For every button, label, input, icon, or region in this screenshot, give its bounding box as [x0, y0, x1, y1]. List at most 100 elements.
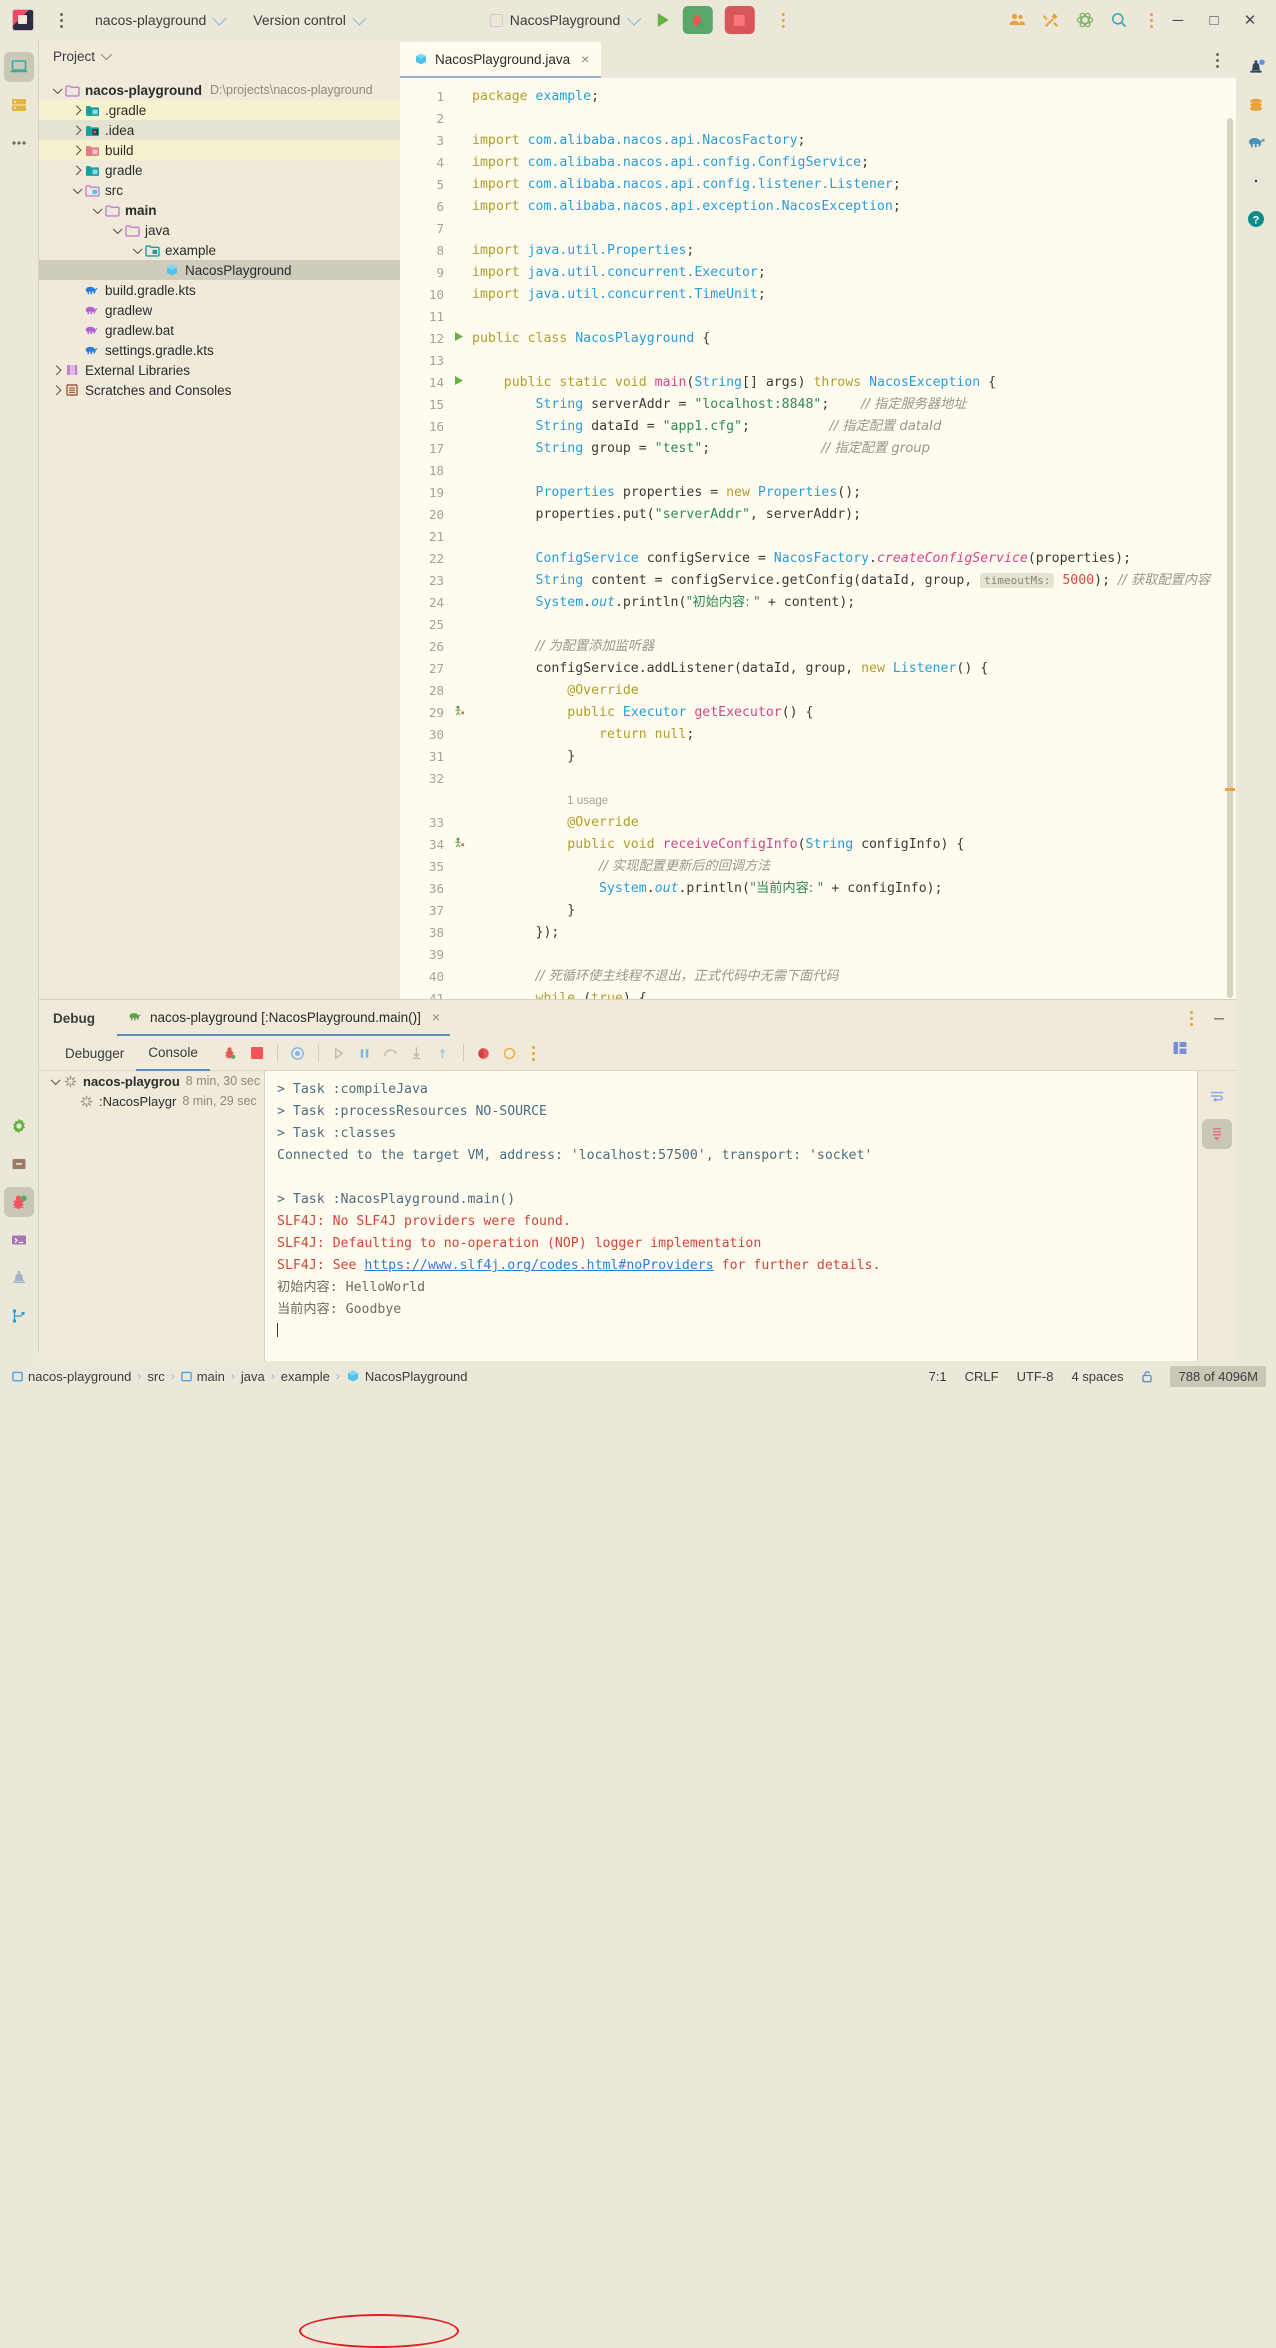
code-line[interactable]: 30 return null;	[400, 724, 1236, 746]
breadcrumb[interactable]: nacos-playground › src › main › java › example › N…	[12, 1369, 468, 1384]
code-line[interactable]: 35 // 实现配置更新后的回调方法	[400, 856, 1236, 878]
tree-item-gradlew[interactable]: gradlew	[39, 300, 400, 320]
main-menu-icon[interactable]	[52, 10, 70, 30]
code-line[interactable]: 41 while (true) {	[400, 988, 1236, 999]
ai-assistant-button[interactable]	[1068, 5, 1102, 35]
code-line[interactable]: 15 String serverAddr = "localhost:8848";…	[400, 394, 1236, 416]
scrollbar-thumb[interactable]	[1227, 118, 1233, 998]
code-line[interactable]: 22 ConfigService configService = NacosFa…	[400, 548, 1236, 570]
tree-item-gradle[interactable]: gradle	[39, 160, 400, 180]
debug-task-row[interactable]: nacos-playgrou 8 min, 30 sec	[39, 1071, 264, 1091]
sidebar-item-notifications[interactable]	[1241, 52, 1271, 82]
unlocked-icon[interactable]	[1141, 1370, 1153, 1383]
run-button[interactable]	[657, 13, 669, 27]
sidebar-item-commit[interactable]	[4, 90, 34, 120]
code-line[interactable]: 5 import com.alibaba.nacos.api.config.lis…	[400, 174, 1236, 196]
stop-button[interactable]	[724, 6, 755, 34]
code-line[interactable]: 4 import com.alibaba.nacos.api.config.Con…	[400, 152, 1236, 174]
caret-position[interactable]: 7:1	[929, 1369, 947, 1384]
editor-tab-options-icon[interactable]	[1208, 50, 1226, 70]
sidebar-item-settings[interactable]	[4, 1111, 34, 1141]
console-output[interactable]: > Task :compileJava > Task :processResour…	[265, 1071, 1198, 1362]
tree-item--idea[interactable]: .idea	[39, 120, 400, 140]
tree-item-example[interactable]: example	[39, 240, 400, 260]
debug-task-row[interactable]: :NacosPlaygr 8 min, 29 sec	[39, 1091, 264, 1111]
editor-tab-nacosplayground[interactable]: NacosPlayground.java ×	[400, 42, 602, 78]
collaborate-button[interactable]	[1000, 5, 1034, 35]
code-line[interactable]: 13	[400, 350, 1236, 372]
chevron-right-icon[interactable]	[69, 105, 83, 115]
tree-item-build[interactable]: build	[39, 140, 400, 160]
view-breakpoints-button[interactable]	[471, 1040, 497, 1066]
sidebar-item-more[interactable]	[4, 128, 34, 158]
code-line[interactable]: 17 String group = "test"; // 指定配置 group	[400, 438, 1236, 460]
override-gutter-icon[interactable]	[452, 834, 466, 856]
error-stripe-marker[interactable]	[1225, 788, 1235, 791]
project-selector[interactable]: nacos-playground	[90, 9, 228, 31]
run-gutter-icon[interactable]	[452, 372, 466, 394]
code-line[interactable]: 39	[400, 944, 1236, 966]
debug-options-icon[interactable]	[1182, 1008, 1200, 1028]
chevron-right-icon[interactable]	[49, 365, 63, 375]
mute-breakpoints-button[interactable]	[285, 1040, 311, 1066]
project-panel-header[interactable]: Project	[39, 40, 400, 72]
step-out-button[interactable]	[430, 1040, 456, 1066]
code-line[interactable]: 1 usage	[400, 790, 1236, 812]
project-tree[interactable]: nacos-playground D:\projects\nacos-playgr…	[39, 72, 400, 400]
code-line[interactable]: 18	[400, 460, 1236, 482]
code-line[interactable]: 28 @Override	[400, 680, 1236, 702]
tree-item-src[interactable]: src	[39, 180, 400, 200]
sidebar-item-project[interactable]	[4, 52, 34, 82]
override-gutter-icon[interactable]	[452, 702, 466, 724]
pause-button[interactable]	[352, 1040, 378, 1066]
code-line[interactable]: 38 });	[400, 922, 1236, 944]
tree-item-build-gradle-kts[interactable]: build.gradle.kts	[39, 280, 400, 300]
tree-item-main[interactable]: main	[39, 200, 400, 220]
resume-button[interactable]	[326, 1040, 352, 1066]
breadcrumb-item-java[interactable]: java	[241, 1369, 265, 1384]
editor-vertical-scrollbar[interactable]	[1224, 116, 1236, 999]
code-line[interactable]: 3 import com.alibaba.nacos.api.NacosFacto…	[400, 130, 1236, 152]
code-line[interactable]: 23 String content = configService.getCon…	[400, 570, 1236, 592]
code-line[interactable]: 10 import java.util.concurrent.TimeUnit;	[400, 284, 1236, 306]
rerun-debug-button[interactable]	[218, 1040, 244, 1066]
sidebar-item-version-control[interactable]	[4, 1301, 34, 1331]
scroll-to-end-button[interactable]	[1202, 1119, 1232, 1149]
window-close-button[interactable]: ✕	[1232, 5, 1268, 35]
file-encoding[interactable]: UTF-8	[1017, 1369, 1054, 1384]
breadcrumb-item-nacosplayground[interactable]: NacosPlayground	[346, 1369, 468, 1384]
close-icon[interactable]: ×	[432, 1009, 440, 1025]
code-line[interactable]: 6 import com.alibaba.nacos.api.exception.…	[400, 196, 1236, 218]
tree-item-java[interactable]: java	[39, 220, 400, 240]
more-options-icon[interactable]	[1142, 10, 1160, 30]
window-maximize-button[interactable]: □	[1196, 5, 1232, 35]
slf4j-link[interactable]: https://www.slf4j.org/codes.html#noProvi…	[364, 1258, 713, 1273]
code-line[interactable]: 21	[400, 526, 1236, 548]
code-line[interactable]: 40 // 死循环使主线程不退出，正式代码中无需下面代码	[400, 966, 1236, 988]
code-line[interactable]: 9 import java.util.concurrent.Executor;	[400, 262, 1236, 284]
sidebar-item-terminal[interactable]	[4, 1225, 34, 1255]
memory-indicator[interactable]: 788 of 4096M	[1170, 1365, 1266, 1387]
debug-task-tree[interactable]: nacos-playgrou 8 min, 30 sec:NacosPlaygr 8…	[39, 1071, 265, 1362]
chevron-down-icon[interactable]	[69, 183, 83, 194]
tree-item-settings-gradle-kts[interactable]: settings.gradle.kts	[39, 340, 400, 360]
close-icon[interactable]: ×	[581, 51, 589, 67]
more-run-options-icon[interactable]	[774, 10, 792, 30]
chevron-down-icon[interactable]	[49, 83, 63, 94]
chevron-down-icon[interactable]	[47, 1074, 61, 1085]
code-line[interactable]: 20 properties.put("serverAddr", serverAd…	[400, 504, 1236, 526]
code-line[interactable]: 26 // 为配置添加监听器	[400, 636, 1236, 658]
sidebar-item-dot[interactable]	[1241, 166, 1271, 196]
search-button[interactable]	[1102, 5, 1136, 35]
indent-setting[interactable]: 4 spaces	[1071, 1369, 1123, 1384]
tree-item-external-libraries[interactable]: External Libraries	[39, 360, 400, 380]
code-area[interactable]: 1 package example; 2 3 import com.alibaba.na…	[400, 78, 1236, 999]
stop-session-button[interactable]	[244, 1040, 270, 1066]
chevron-right-icon[interactable]	[69, 145, 83, 155]
code-line[interactable]: 25	[400, 614, 1236, 636]
run-gutter-icon[interactable]	[452, 328, 466, 350]
code-line[interactable]: 11	[400, 306, 1236, 328]
code-line[interactable]: 2	[400, 108, 1236, 130]
chevron-down-icon[interactable]	[89, 203, 103, 214]
debug-toolbar-more-icon[interactable]	[525, 1043, 543, 1063]
